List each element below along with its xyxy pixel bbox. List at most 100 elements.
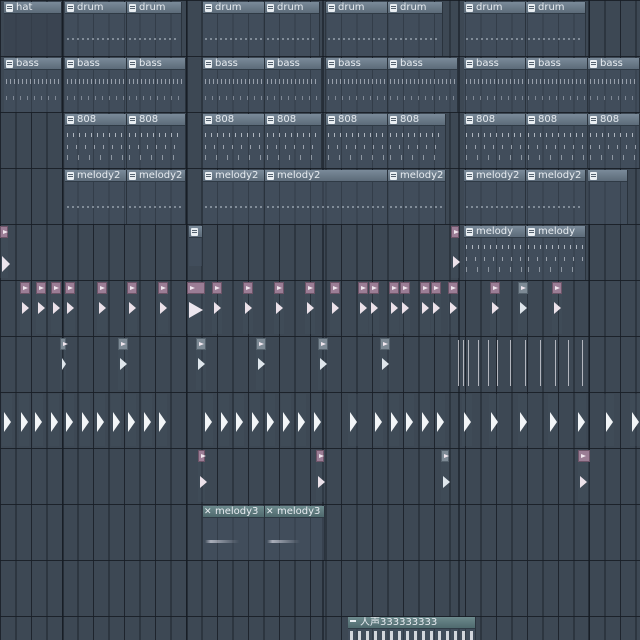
audio-clip[interactable] xyxy=(305,282,315,334)
clip-header[interactable]: drum xyxy=(265,2,319,14)
audio-clip[interactable] xyxy=(296,394,306,446)
pattern-clip-bass[interactable]: bass xyxy=(588,58,640,112)
pattern-clip-melody2[interactable]: melody2 xyxy=(464,170,526,224)
pattern-clip-drum[interactable]: drum xyxy=(203,2,265,56)
audio-clip[interactable] xyxy=(420,282,430,334)
pattern-clip-808[interactable]: 808 xyxy=(526,114,588,168)
audio-clip[interactable] xyxy=(65,282,75,334)
audio-clip[interactable] xyxy=(126,394,136,446)
audio-clip[interactable] xyxy=(451,226,460,278)
clip-header[interactable]: bass xyxy=(526,58,587,70)
pattern-clip-808[interactable]: 808 xyxy=(588,114,640,168)
audio-clip[interactable] xyxy=(51,282,61,334)
audio-clip[interactable] xyxy=(2,394,12,446)
audio-clip[interactable] xyxy=(212,282,222,334)
audio-clip[interactable] xyxy=(234,394,244,446)
clip-header[interactable]: 808 xyxy=(464,114,525,126)
audio-clip[interactable] xyxy=(518,282,528,334)
pattern-clip-melody2[interactable]: melody2 xyxy=(65,170,127,224)
audio-clip[interactable] xyxy=(604,394,614,446)
audio-clip[interactable] xyxy=(243,282,253,334)
clip-header[interactable]: drum xyxy=(326,2,387,14)
pattern-clip-melody2[interactable]: melody2 xyxy=(526,170,586,224)
audio-clip[interactable] xyxy=(33,394,43,446)
audio-clip[interactable] xyxy=(373,394,383,446)
pattern-clip-808[interactable]: 808 xyxy=(127,114,186,168)
clip-header[interactable]: melody3 xyxy=(203,506,264,518)
audio-clip[interactable] xyxy=(576,394,586,446)
audio-clip[interactable] xyxy=(431,282,441,334)
clip-header[interactable]: 808 xyxy=(326,114,387,126)
audio-clip[interactable] xyxy=(490,282,500,334)
clip-header[interactable]: drum xyxy=(526,2,585,14)
pattern-clip-808[interactable]: 808 xyxy=(65,114,127,168)
pattern-clip-drum[interactable]: drum xyxy=(127,2,182,56)
audio-clip[interactable] xyxy=(404,394,414,446)
pattern-clip-melody2[interactable]: melody2 xyxy=(265,170,388,224)
clip-header[interactable]: melody2 xyxy=(464,170,525,182)
clip-header[interactable]: melody2 xyxy=(65,170,126,182)
clip-header[interactable]: drum xyxy=(203,2,264,14)
audio-clip[interactable] xyxy=(142,394,152,446)
clip-header[interactable]: drum xyxy=(464,2,525,14)
clip-header[interactable]: melody xyxy=(526,226,585,238)
clip-header[interactable]: bass xyxy=(127,58,185,70)
audio-clip[interactable] xyxy=(420,394,430,446)
clip-header[interactable]: 808 xyxy=(65,114,126,126)
pattern-clip[interactable] xyxy=(189,226,203,266)
clip-header[interactable]: drum xyxy=(127,2,181,14)
clip-header[interactable]: bass xyxy=(326,58,387,70)
pattern-clip-melody2[interactable]: melody2 xyxy=(388,170,446,224)
clip-header[interactable]: drum xyxy=(65,2,126,14)
audio-clip[interactable] xyxy=(219,394,229,446)
clip-header[interactable]: 808 xyxy=(127,114,185,126)
audio-clip[interactable] xyxy=(318,338,328,390)
pattern-clip-bass[interactable]: bass xyxy=(464,58,526,112)
audio-clip[interactable] xyxy=(111,394,121,446)
audio-clip[interactable] xyxy=(265,394,275,446)
audio-clip[interactable] xyxy=(80,394,90,446)
audio-clip[interactable] xyxy=(448,282,458,334)
audio-clip[interactable] xyxy=(256,338,266,390)
pattern-clip-808[interactable]: 808 xyxy=(464,114,526,168)
clip-header[interactable]: melody2 xyxy=(203,170,264,182)
audio-clip[interactable] xyxy=(250,394,260,446)
clip-header[interactable]: bass xyxy=(4,58,61,70)
clip-header[interactable]: melody xyxy=(464,226,525,238)
audio-clip[interactable] xyxy=(316,450,325,502)
audio-clip[interactable] xyxy=(0,226,10,278)
audio-clip[interactable] xyxy=(19,394,29,446)
pattern-clip-drum[interactable]: drum xyxy=(265,2,320,56)
audio-clip[interactable] xyxy=(158,282,168,334)
audio-clip[interactable] xyxy=(369,282,379,334)
clip-header[interactable]: hat xyxy=(4,2,61,14)
pattern-clip-drum[interactable]: drum xyxy=(464,2,526,56)
clip-header[interactable]: 人声333333333 xyxy=(348,617,475,629)
pattern-clip-bass[interactable]: bass xyxy=(127,58,186,112)
audio-clip[interactable] xyxy=(187,282,205,334)
pattern-clip-bass[interactable]: bass xyxy=(203,58,265,112)
audio-clip[interactable] xyxy=(97,282,107,334)
pattern-clip-808[interactable]: 808 xyxy=(203,114,265,168)
pattern-clip-bass[interactable]: bass xyxy=(4,58,62,112)
clip-header[interactable] xyxy=(189,226,202,238)
audio-clip[interactable] xyxy=(380,338,390,390)
clip-header[interactable]: bass xyxy=(464,58,525,70)
pattern-clip-bass[interactable]: bass xyxy=(388,58,458,112)
pattern-clip-drum[interactable]: drum xyxy=(65,2,127,56)
audio-clip[interactable] xyxy=(198,450,207,502)
audio-clip[interactable] xyxy=(389,282,399,334)
pattern-clip-melody[interactable]: melody xyxy=(526,226,586,280)
automation-clip-melody3[interactable]: melody3 xyxy=(265,506,325,560)
pattern-clip-bass[interactable]: bass xyxy=(526,58,588,112)
audio-clip[interactable] xyxy=(49,394,59,446)
audio-clip[interactable] xyxy=(274,282,284,334)
audio-clip[interactable] xyxy=(330,282,340,334)
audio-clip[interactable] xyxy=(441,450,450,502)
clip-header[interactable]: melody2 xyxy=(388,170,445,182)
clip-header[interactable]: 808 xyxy=(203,114,264,126)
clip-header[interactable]: bass xyxy=(588,58,639,70)
clip-header[interactable]: bass xyxy=(265,58,321,70)
audio-clip[interactable] xyxy=(489,394,499,446)
audio-clip[interactable] xyxy=(548,394,558,446)
